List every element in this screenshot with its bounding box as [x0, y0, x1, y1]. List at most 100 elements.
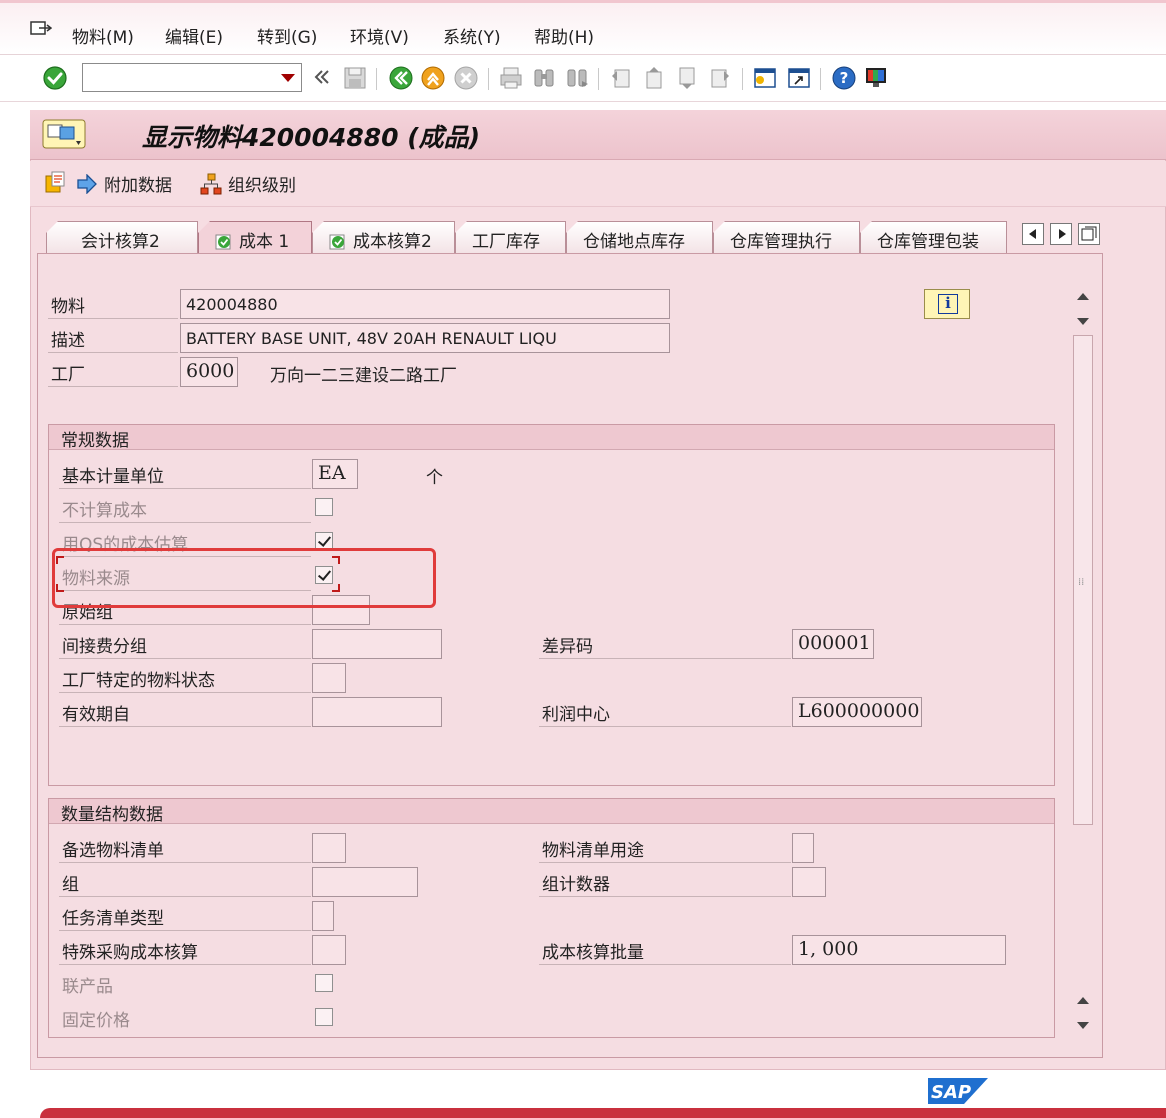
application-toolbar: 附加数据 组织级别: [30, 161, 1166, 207]
no-costing-checkbox[interactable]: [315, 498, 333, 516]
svg-text:?: ?: [840, 69, 849, 87]
menu-material[interactable]: 物料(M): [72, 23, 134, 48]
task-list-type-label: 任务清单类型: [59, 904, 311, 931]
print-icon[interactable]: [498, 65, 524, 91]
tab-storage-location-stock[interactable]: 仓储地点库存: [566, 221, 713, 253]
shortcut-icon[interactable]: [786, 65, 812, 91]
exit-icon[interactable]: [420, 65, 446, 91]
base-uom-field[interactable]: EA: [312, 459, 358, 489]
costing-lot-size-field[interactable]: 1, 000: [792, 935, 1006, 965]
valid-from-field[interactable]: [312, 697, 442, 727]
prev-page-icon[interactable]: [641, 65, 667, 91]
tab-complete-icon: [329, 234, 345, 250]
group-counter-field[interactable]: [792, 867, 826, 897]
group-field[interactable]: [312, 867, 418, 897]
scroll-up-icon[interactable]: [1077, 293, 1089, 300]
grip-icon: ⁞⁞: [1078, 577, 1085, 588]
profit-center-field[interactable]: L600000000: [792, 697, 922, 727]
chevron-down-icon[interactable]: [281, 74, 295, 82]
scroll-down-icon[interactable]: [1077, 1022, 1089, 1029]
base-uom-text: 个: [426, 468, 443, 488]
fixed-price-checkbox[interactable]: [315, 1008, 333, 1026]
tab-plant-stock[interactable]: 工厂库存: [455, 221, 566, 253]
plant-field[interactable]: 6000: [180, 357, 238, 387]
enter-icon[interactable]: [42, 65, 68, 91]
costing-lot-size-label: 成本核算批量: [539, 938, 791, 965]
cancel-icon[interactable]: [453, 65, 479, 91]
bom-usage-field[interactable]: [792, 833, 814, 863]
chevron-right-icon: [1059, 229, 1066, 239]
variance-key-label: 差异码: [539, 632, 791, 659]
tab-complete-icon: [215, 234, 231, 250]
first-page-icon[interactable]: [608, 65, 634, 91]
chevron-left-icon: [1029, 229, 1036, 239]
title-bar: 显示物料420004880 (成品): [30, 110, 1166, 160]
valid-from-label: 有效期自: [59, 700, 311, 727]
create-session-icon[interactable]: [752, 65, 778, 91]
quantity-structure-title: 数量结构数据: [49, 799, 1054, 825]
fixed-price-label: 固定价格: [62, 1011, 130, 1031]
special-procurement-field[interactable]: [312, 935, 346, 965]
org-levels-button[interactable]: 组织级别: [200, 171, 296, 196]
overhead-group-field[interactable]: [312, 629, 442, 659]
additional-data-button[interactable]: 附加数据: [76, 171, 172, 196]
plant-name: 万向一二三建设二路工厂: [270, 366, 457, 386]
command-input[interactable]: [83, 64, 273, 91]
task-list-type-field[interactable]: [312, 901, 334, 931]
last-page-icon[interactable]: [707, 65, 733, 91]
scroll-up-icon[interactable]: [1077, 997, 1089, 1004]
back-icon[interactable]: [388, 65, 414, 91]
tab-scroll-right-button[interactable]: [1050, 223, 1072, 245]
next-page-icon[interactable]: [674, 65, 700, 91]
menu-edit[interactable]: 编辑(E): [165, 23, 223, 48]
tab-scroll-left-button[interactable]: [1022, 223, 1044, 245]
alt-bom-label: 备选物料清单: [59, 836, 311, 863]
coproduct-label: 联产品: [62, 977, 113, 997]
info-icon: i: [938, 294, 958, 314]
tab-warehouse-execution[interactable]: 仓库管理执行: [713, 221, 860, 253]
tab-label: 成本 1: [239, 232, 290, 252]
variance-key-field[interactable]: 000001: [792, 629, 874, 659]
vertical-scrollbar[interactable]: ⁞⁞: [1072, 287, 1094, 1035]
tab-label: 仓库管理包装: [877, 232, 979, 252]
special-procurement-label: 特殊采购成本核算: [59, 938, 311, 965]
status-bar-edge: [40, 1108, 1166, 1118]
find-next-icon[interactable]: [564, 65, 590, 91]
menu-environment[interactable]: 环境(V): [350, 23, 409, 48]
command-field[interactable]: [82, 63, 302, 92]
description-field[interactable]: BATTERY BASE UNIT, 48V 20AH RENAULT LIQU: [180, 323, 670, 353]
group-label: 组: [59, 870, 311, 897]
material-field[interactable]: 420004880: [180, 289, 670, 319]
general-data-title: 常规数据: [49, 425, 1054, 451]
tab-accounting-2[interactable]: 会计核算2: [46, 221, 198, 253]
plant-status-field[interactable]: [312, 663, 346, 693]
material-label: 物料: [48, 291, 178, 319]
menu-bar: 物料(M) 编辑(E) 转到(G) 环境(V) 系统(Y) 帮助(H): [0, 0, 1166, 55]
menu-system[interactable]: 系统(Y): [443, 23, 501, 48]
additional-data-icon[interactable]: [44, 170, 68, 194]
tab-costing-1[interactable]: 成本 1: [198, 221, 312, 253]
menu-help[interactable]: 帮助(H): [534, 23, 594, 48]
hierarchy-icon: [200, 173, 222, 194]
layout-icon[interactable]: [863, 65, 889, 91]
tab-list-button[interactable]: [1078, 223, 1100, 245]
system-menu-icon[interactable]: [30, 21, 52, 39]
tab-costing-2[interactable]: 成本核算2: [312, 221, 455, 253]
menu-goto[interactable]: 转到(G): [257, 23, 317, 48]
plant-status-label: 工厂特定的物料状态: [59, 666, 311, 693]
sap-logo: SAP: [928, 1078, 988, 1104]
info-button[interactable]: i: [924, 289, 970, 319]
collapse-icon[interactable]: [312, 67, 332, 87]
scroll-down-icon[interactable]: [1077, 318, 1089, 325]
tab-label: 仓库管理执行: [730, 232, 832, 252]
coproduct-checkbox[interactable]: [315, 974, 333, 992]
tab-warehouse-packaging[interactable]: 仓库管理包装: [860, 221, 1007, 253]
alt-bom-field[interactable]: [312, 833, 346, 863]
find-icon[interactable]: [531, 65, 557, 91]
overhead-group-label: 间接费分组: [59, 632, 311, 659]
tab-label: 成本核算2: [353, 232, 432, 252]
save-icon[interactable]: [342, 65, 368, 91]
profit-center-label: 利润中心: [539, 700, 791, 727]
help-icon[interactable]: ?: [831, 65, 857, 91]
no-costing-label: 不计算成本: [59, 496, 311, 523]
